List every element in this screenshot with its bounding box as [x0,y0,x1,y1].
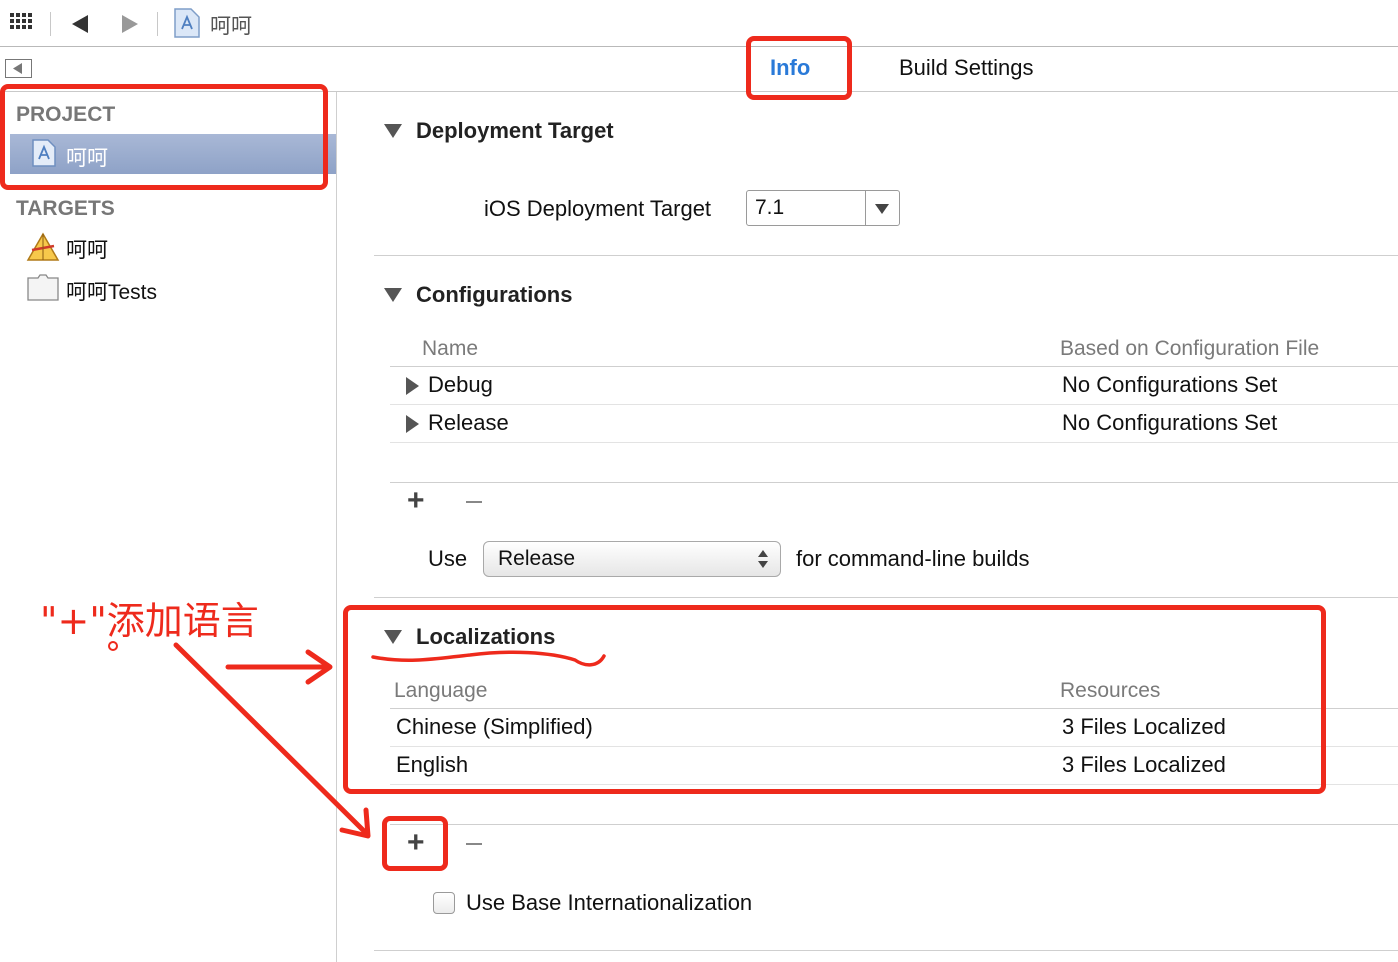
underline-squiggle [371,650,606,667]
arrow-diagonal-line [173,642,368,835]
annotation-arrows [173,642,606,839]
